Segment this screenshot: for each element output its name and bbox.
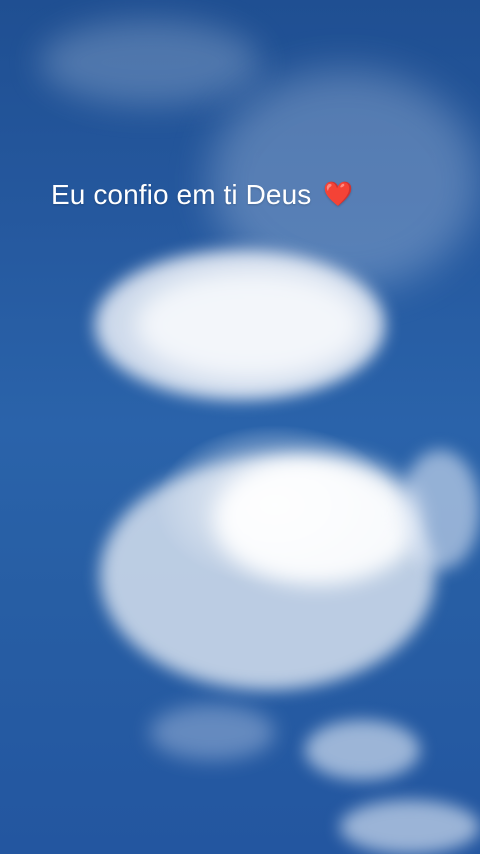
cloud-shape (40, 20, 260, 105)
caption-text: Eu confio em ti Deus (51, 179, 312, 210)
caption-overlay: Eu confio em ti Deus ❤️ (51, 177, 353, 213)
story-frame: Eu confio em ti Deus ❤️ (0, 0, 480, 854)
cloud-shape (305, 720, 420, 780)
cloud-shape (135, 270, 365, 380)
cloud-shape (150, 705, 275, 760)
heart-icon: ❤️ (323, 181, 354, 208)
sun-glow (215, 455, 420, 585)
cloud-shape (400, 450, 480, 570)
cloud-shape (340, 800, 480, 854)
